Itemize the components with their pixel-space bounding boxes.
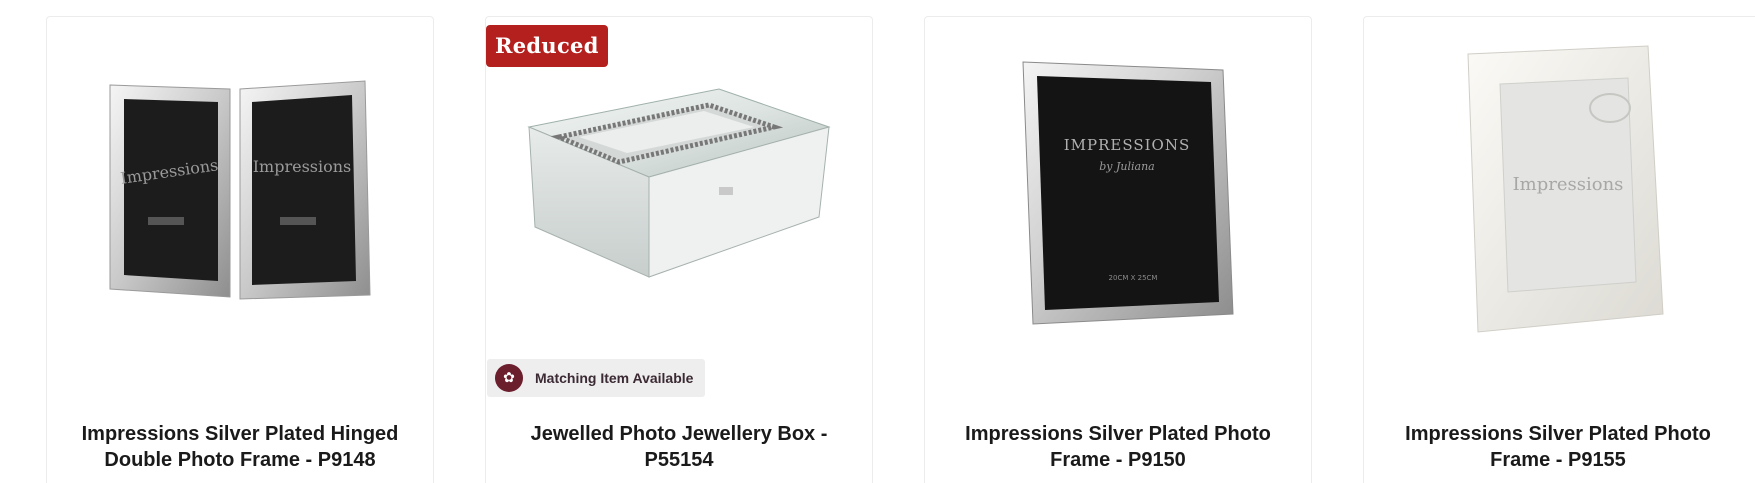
matching-item-label: Matching Item Available — [535, 370, 694, 386]
product-card[interactable]: IMPRESSIONS by Juliana 20CM X 25CM Impre… — [924, 16, 1312, 483]
product-title[interactable]: Impressions Silver Plated Photo Frame - … — [1374, 421, 1742, 473]
product-card[interactable]: Impressions Impressions Impressions Silv… — [46, 16, 434, 483]
product-title[interactable]: Impressions Silver Plated Photo Frame - … — [935, 421, 1301, 473]
frame-brand: IMPRESSIONS — [1064, 136, 1191, 154]
silver-frame-p9150-image: IMPRESSIONS by Juliana 20CM X 25CM — [1022, 61, 1234, 325]
silver-frame-p9155-image: Impressions — [1467, 45, 1664, 333]
jewellery-box-image — [527, 88, 831, 278]
product-image[interactable] — [486, 17, 872, 367]
hinged-double-frame-image: Impressions Impressions — [109, 80, 371, 300]
matching-item-badge[interactable]: ✿ Matching Item Available — [487, 359, 706, 397]
frame-sub-brand: by Juliana — [1099, 160, 1154, 173]
frame-brand-right: Impressions — [253, 157, 352, 176]
frame-size-label: 20CM X 25CM — [1109, 274, 1158, 282]
reduced-badge: Reduced — [486, 25, 608, 67]
product-image[interactable]: Impressions — [1364, 17, 1752, 367]
product-image[interactable]: IMPRESSIONS by Juliana 20CM X 25CM — [925, 17, 1311, 367]
frame-brand: Impressions — [1513, 174, 1624, 195]
product-title[interactable]: Impressions Silver Plated Hinged Double … — [57, 421, 423, 473]
product-card[interactable]: Reduced ✿ Matching Item Available Jewell… — [485, 16, 873, 483]
product-card[interactable]: Impressions Impressions Silver Plated Ph… — [1363, 16, 1755, 483]
product-image[interactable]: Impressions Impressions — [47, 17, 433, 367]
product-title[interactable]: Jewelled Photo Jewellery Box - P55154 — [496, 421, 862, 473]
matching-seal-icon: ✿ — [495, 364, 523, 392]
product-grid: Impressions Impressions Impressions Silv… — [0, 0, 1755, 483]
